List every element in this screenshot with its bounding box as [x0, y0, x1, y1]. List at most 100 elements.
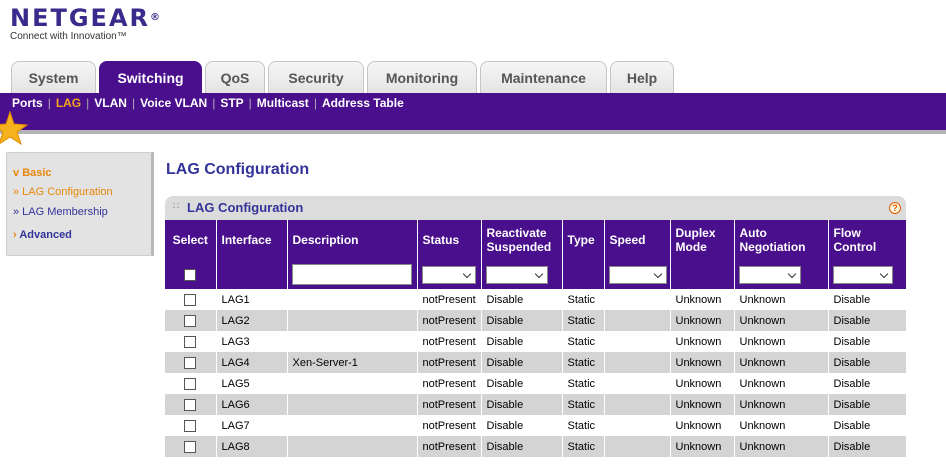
cell-status: notPresent	[417, 331, 482, 352]
table-row[interactable]: LAG4 Xen-Server-1 notPresent Disable Static U…	[165, 352, 907, 373]
cell-interface: LAG1	[216, 289, 288, 310]
table-row[interactable]: LAG8 notPresent Disable Static Unknown Unknow…	[165, 436, 907, 457]
panel-title: LAG Configuration	[187, 200, 304, 215]
cell-interface: LAG3	[216, 331, 288, 352]
col-header-description: Description	[287, 220, 418, 260]
sidebar-label-basic: Basic	[22, 167, 52, 179]
subnav-multicast[interactable]: Multicast	[257, 96, 309, 110]
sidebar: v Basic » LAG Configuration » LAG Member…	[6, 152, 154, 256]
row-select-checkbox[interactable]	[184, 314, 197, 327]
help-icon[interactable]: ?	[889, 202, 901, 214]
flow-control-select[interactable]	[832, 265, 893, 284]
cell-description	[287, 373, 418, 394]
cell-description	[287, 310, 418, 331]
lag-configuration-panel: ∷ LAG Configuration ? Select Interface D…	[165, 196, 907, 458]
col-header-speed: Speed	[604, 220, 671, 260]
cell-duplex: Unknown	[670, 373, 735, 394]
navbar-shadow	[0, 130, 946, 134]
cell-status: notPresent	[417, 352, 482, 373]
cell-description	[287, 394, 418, 415]
cell-flow: Disable	[828, 352, 907, 373]
cell-status: notPresent	[417, 394, 482, 415]
tab-maintenance[interactable]: Maintenance	[480, 61, 607, 93]
cell-flow: Disable	[828, 373, 907, 394]
row-select-checkbox[interactable]	[184, 335, 197, 348]
description-input[interactable]	[291, 264, 412, 285]
cell-speed	[604, 436, 671, 457]
sidebar-item-basic[interactable]: v Basic	[13, 167, 52, 179]
cell-reactivate: Disable	[481, 352, 563, 373]
auto-negotiation-select[interactable]	[738, 265, 801, 284]
reactivate-select[interactable]	[485, 265, 548, 284]
row-select-checkbox[interactable]	[184, 440, 197, 453]
subnav-voice-vlan[interactable]: Voice VLAN	[140, 96, 207, 110]
cell-autoneg: Unknown	[734, 289, 829, 310]
table-row[interactable]: LAG3 notPresent Disable Static Unknown Unknow…	[165, 331, 907, 352]
subnav-vlan[interactable]: VLAN	[94, 96, 127, 110]
row-select-checkbox[interactable]	[184, 377, 197, 390]
subnav-address-table[interactable]: Address Table	[322, 96, 404, 110]
cell-reactivate: Disable	[481, 415, 563, 436]
cell-autoneg: Unknown	[734, 331, 829, 352]
netgear-logo: NETGEAR® Connect with Innovation™	[10, 6, 162, 42]
row-select-checkbox[interactable]	[184, 293, 197, 306]
cell-type: Static	[562, 331, 605, 352]
status-select[interactable]	[421, 265, 476, 284]
cell-duplex: Unknown	[670, 436, 735, 457]
cell-interface: LAG6	[216, 394, 288, 415]
tab-security[interactable]: Security	[268, 61, 364, 93]
edit-row	[165, 260, 907, 289]
cell-flow: Disable	[828, 436, 907, 457]
speed-select[interactable]	[608, 265, 667, 284]
cell-status: notPresent	[417, 310, 482, 331]
cell-interface: LAG5	[216, 373, 288, 394]
sidebar-label-advanced: Advanced	[19, 229, 72, 241]
tab-qos[interactable]: QoS	[205, 61, 265, 93]
cell-description	[287, 289, 418, 310]
cell-flow: Disable	[828, 310, 907, 331]
col-header-auto-negotiation: Auto Negotiation	[734, 220, 829, 260]
cell-autoneg: Unknown	[734, 394, 829, 415]
cell-reactivate: Disable	[481, 373, 563, 394]
tab-help[interactable]: Help	[610, 61, 674, 93]
tab-system[interactable]: System	[11, 61, 96, 93]
row-select-checkbox[interactable]	[184, 398, 197, 411]
tab-switching[interactable]: Switching	[99, 61, 202, 93]
col-header-interface: Interface	[216, 220, 288, 260]
row-select-checkbox[interactable]	[184, 356, 197, 369]
brand-tagline: Connect with Innovation™	[10, 31, 127, 42]
select-all-checkbox[interactable]	[184, 268, 197, 281]
table-row[interactable]: LAG7 notPresent Disable Static Unknown Unknow…	[165, 415, 907, 436]
sidebar-item-advanced[interactable]: › Advanced	[13, 229, 72, 241]
cell-flow: Disable	[828, 289, 907, 310]
sidebar-item-lag-configuration[interactable]: » LAG Configuration	[13, 186, 113, 198]
drag-handle-icon: ∷	[173, 201, 180, 212]
chevron-right-icon: ›	[13, 229, 17, 241]
table-row[interactable]: LAG5 notPresent Disable Static Unknown Unknow…	[165, 373, 907, 394]
cell-autoneg: Unknown	[734, 436, 829, 457]
table-row[interactable]: LAG6 notPresent Disable Static Unknown Unknow…	[165, 394, 907, 415]
cell-duplex: Unknown	[670, 415, 735, 436]
cell-interface: LAG2	[216, 310, 288, 331]
cell-speed	[604, 352, 671, 373]
table-row[interactable]: LAG1 notPresent Disable Static Unknown Unknow…	[165, 289, 907, 310]
cell-speed	[604, 289, 671, 310]
cell-interface: LAG4	[216, 352, 288, 373]
subnav-stp[interactable]: STP	[220, 96, 243, 110]
main-tabs: System Switching QoS Security Monitoring…	[11, 61, 674, 93]
table-row[interactable]: LAG2 notPresent Disable Static Unknown Unknow…	[165, 310, 907, 331]
cell-reactivate: Disable	[481, 331, 563, 352]
cell-status: notPresent	[417, 289, 482, 310]
cell-status: notPresent	[417, 373, 482, 394]
cell-interface: LAG8	[216, 436, 288, 457]
tab-monitoring[interactable]: Monitoring	[367, 61, 477, 93]
cell-reactivate: Disable	[481, 394, 563, 415]
subnav-lag[interactable]: LAG	[56, 96, 81, 110]
row-select-checkbox[interactable]	[184, 419, 197, 432]
cell-duplex: Unknown	[670, 331, 735, 352]
cell-speed	[604, 373, 671, 394]
subnav: Ports | LAG | VLAN | Voice VLAN | STP | Multi…	[12, 96, 404, 110]
col-header-duplex-mode: Duplex Mode	[670, 220, 735, 260]
cell-autoneg: Unknown	[734, 415, 829, 436]
sidebar-item-lag-membership[interactable]: » LAG Membership	[13, 206, 108, 218]
